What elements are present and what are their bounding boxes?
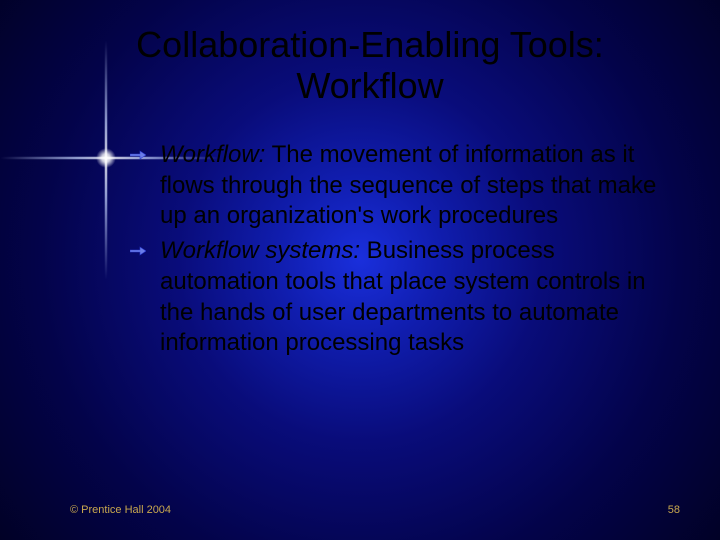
bullet-term: Workflow systems: <box>160 237 360 264</box>
bullet-text: Workflow systems: Business process autom… <box>160 237 646 356</box>
bullet-term: Workflow: <box>160 141 265 168</box>
bullet-item: Workflow systems: Business process autom… <box>130 236 670 359</box>
lens-flare-core <box>96 148 116 168</box>
slide-body: Workflow: The movement of information as… <box>130 140 670 363</box>
footer-copyright: © Prentice Hall 2004 <box>70 504 171 516</box>
bullet-text: Workflow: The movement of information as… <box>160 141 656 229</box>
slide: Collaboration-Enabling Tools: Workflow W… <box>0 0 720 540</box>
arrow-bullet-icon <box>130 246 146 256</box>
footer-page-number: 58 <box>668 504 680 516</box>
slide-title: Collaboration-Enabling Tools: Workflow <box>90 24 650 107</box>
bullet-item: Workflow: The movement of information as… <box>130 140 670 232</box>
arrow-bullet-icon <box>130 150 146 160</box>
